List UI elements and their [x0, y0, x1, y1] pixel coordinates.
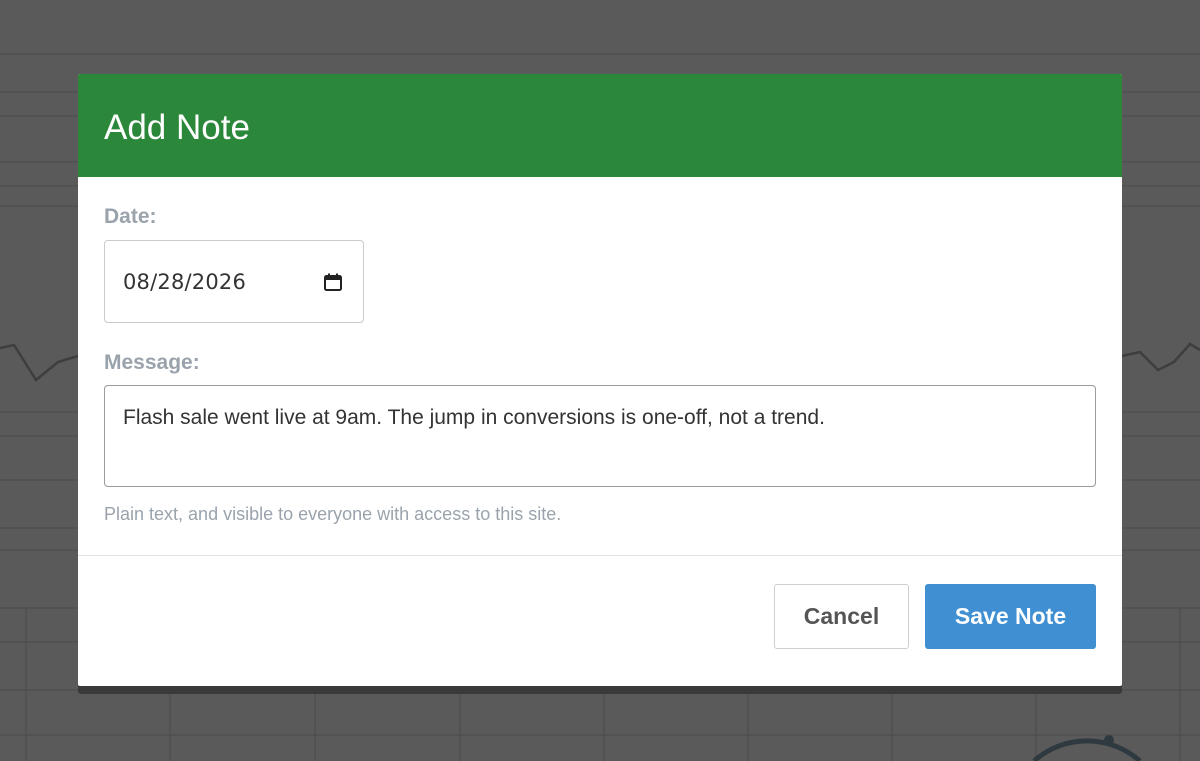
dialog-footer: Cancel Save Note — [78, 556, 1122, 649]
message-textarea[interactable]: Flash sale went live at 9am. The jump in… — [104, 385, 1096, 487]
date-label: Date: — [104, 205, 157, 228]
dialog-header: Add Note — [78, 74, 1122, 177]
cancel-button[interactable]: Cancel — [774, 584, 909, 649]
help-text: Plain text, and visible to everyone with… — [104, 504, 562, 524]
date-value[interactable]: 08/28/2026 — [123, 270, 246, 294]
date-input[interactable]: 08/28/2026 — [104, 240, 364, 323]
add-note-dialog: Add Note Date: 08/28/2026 Message: Flash… — [78, 74, 1122, 686]
message-label: Message: — [104, 351, 200, 374]
save-note-button[interactable]: Save Note — [925, 584, 1096, 649]
dialog-body: Date: 08/28/2026 Message: Flash sale wen… — [78, 177, 1122, 565]
dialog-title: Add Note — [104, 107, 250, 147]
calendar-icon[interactable] — [323, 272, 343, 292]
